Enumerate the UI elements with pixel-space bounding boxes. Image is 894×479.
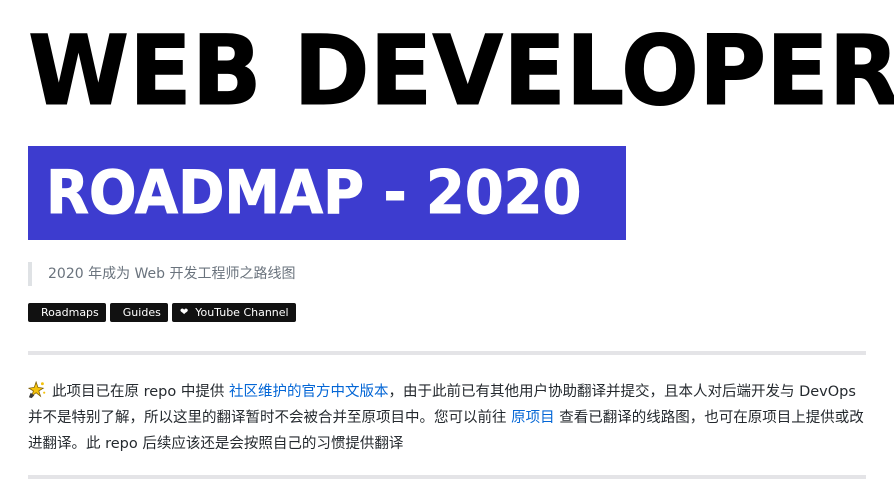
divider: [28, 351, 866, 355]
divider: [28, 475, 866, 479]
subtitle-text: ROADMAP - 2020: [46, 158, 582, 229]
badge-label: YouTube Channel: [195, 306, 289, 319]
subtitle-banner: ROADMAP - 2020: [28, 146, 626, 240]
roadmaps-badge[interactable]: Roadmaps: [28, 303, 106, 322]
guides-badge[interactable]: Guides: [109, 303, 168, 322]
translation-notice: 此项目已在原 repo 中提供 社区维护的官方中文版本，由于此前已有其他用户协助…: [28, 379, 866, 457]
sparkle-icon: [28, 381, 46, 399]
original-project-link[interactable]: 原项目: [511, 410, 555, 426]
notice-text-1: 此项目已在原 repo 中提供: [52, 384, 229, 400]
badge-row: Roadmaps Guides ❤ YouTube Channel: [28, 303, 296, 322]
blockquote: 2020 年成为 Web 开发工程师之路线图: [28, 262, 296, 286]
youtube-channel-badge[interactable]: ❤ YouTube Channel: [171, 303, 296, 322]
badge-label: Roadmaps: [41, 306, 99, 319]
heart-icon: ❤: [179, 307, 189, 318]
badge-label: Guides: [122, 306, 161, 319]
page-title: WEB DEVELOPER: [28, 15, 894, 127]
official-chinese-version-link[interactable]: 社区维护的官方中文版本: [229, 384, 389, 400]
